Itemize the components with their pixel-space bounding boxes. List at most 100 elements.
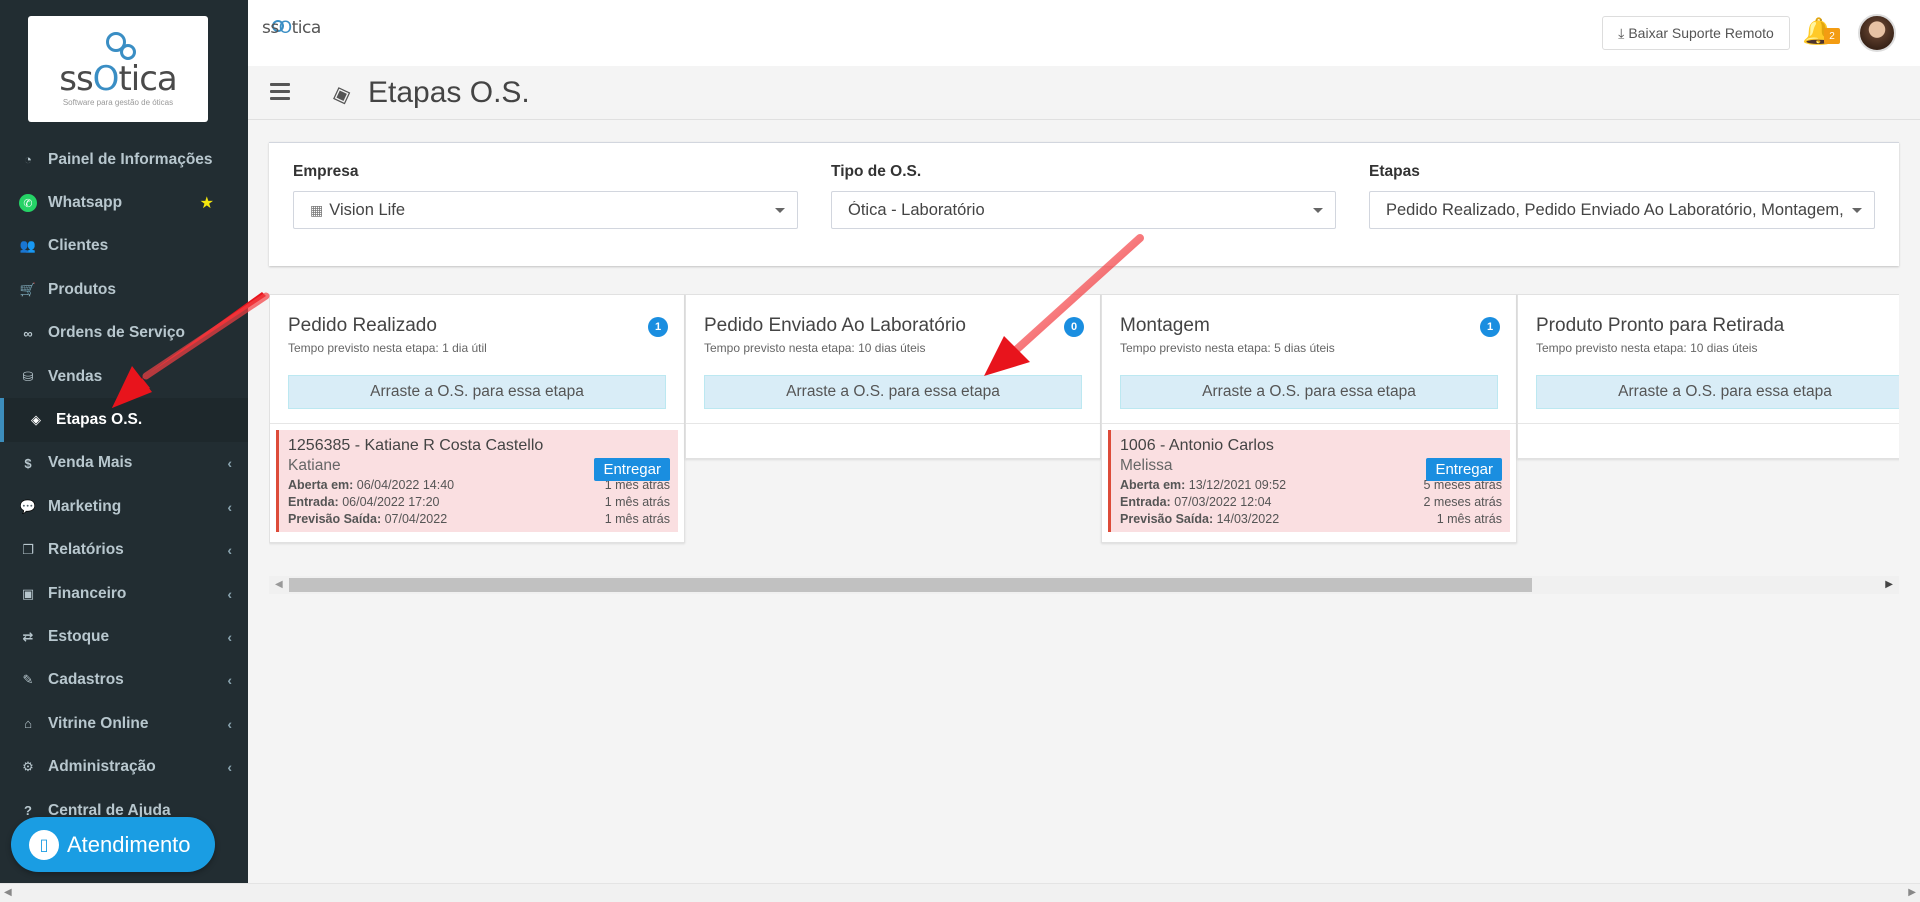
- os-card[interactable]: 1006 - Antonio Carlos Melissa Entregar A…: [1108, 430, 1510, 532]
- os-card[interactable]: 1256385 - Katiane R Costa Castello Katia…: [276, 430, 678, 532]
- chevron-left-icon: ‹: [227, 759, 232, 776]
- row-value: 06/04/2022 14:40: [356, 478, 455, 492]
- money-icon: ▣: [21, 585, 35, 601]
- chevron-left-icon: ‹: [227, 628, 232, 645]
- user-avatar[interactable]: [1858, 14, 1896, 52]
- sidebar-logo[interactable]: ssOtica Software para gestão de óticas: [28, 16, 208, 122]
- chevron-left-icon: ‹: [227, 498, 232, 515]
- row-key: Previsão Saída:: [288, 512, 382, 526]
- card-title: 1256385 - Katiane R Costa Castello: [288, 437, 544, 454]
- copy-icon: ❐: [22, 542, 34, 558]
- column-title: Montagem: [1120, 315, 1210, 336]
- sidebar-item-vitrine[interactable]: ⌂ Vitrine Online ‹: [0, 702, 248, 745]
- entregar-button[interactable]: Entregar: [1426, 458, 1502, 481]
- sidebar-item-label: Administração: [48, 758, 156, 776]
- column-header: Montagem 1 Tempo previsto nesta etapa: 5…: [1102, 295, 1516, 365]
- stage-column: Pedido Realizado 1 Tempo previsto nesta …: [269, 294, 685, 543]
- column-subtitle: Tempo previsto nesta etapa: 10 dias útei…: [704, 341, 926, 355]
- filter-empresa-label: Empresa: [293, 163, 359, 180]
- chevron-left-icon: ‹: [227, 455, 232, 472]
- sidebar-item-painel[interactable]: ◔ Painel de Informações: [0, 138, 248, 181]
- notification-badge: 2: [1824, 28, 1840, 44]
- sidebar-item-estoque[interactable]: ⇄ Estoque ‹: [0, 615, 248, 658]
- sidebar-item-venda-mais[interactable]: $ Venda Mais ‹: [0, 442, 248, 485]
- tag-icon: ◈: [327, 78, 355, 111]
- chevron-left-icon: ‹: [227, 585, 232, 602]
- scroll-right-arrow-icon[interactable]: ▶: [1885, 579, 1893, 590]
- atendimento-button[interactable]: ▯ Atendimento: [11, 817, 215, 872]
- tipo-value: Ótica - Laboratório: [848, 200, 985, 219]
- page-horizontal-scrollbar[interactable]: ◀ ▶: [0, 883, 1920, 902]
- sidebar-item-marketing[interactable]: 💬 Marketing ‹: [0, 485, 248, 528]
- sidebar-item-whatsapp[interactable]: ✆ Whatsapp ★: [0, 181, 248, 224]
- logo-text: ssOtica: [59, 58, 178, 99]
- filter-tipo-label: Tipo de O.S.: [831, 163, 922, 180]
- dollar-icon: $: [24, 455, 32, 471]
- empresa-select[interactable]: ▦ Vision Life: [293, 191, 798, 229]
- chevron-left-icon: ‹: [227, 715, 232, 732]
- scroll-left-arrow-icon[interactable]: ◀: [4, 887, 12, 898]
- sidebar-item-cadastros[interactable]: ✎ Cadastros ‹: [0, 659, 248, 702]
- sidebar-item-vendas[interactable]: ⛁ Vendas: [0, 355, 248, 398]
- sidebar: ssOtica Software para gestão de óticas ◔…: [0, 0, 248, 883]
- column-header: Pedido Realizado 1 Tempo previsto nesta …: [270, 295, 684, 365]
- scroll-left-arrow-icon[interactable]: ◀: [275, 579, 283, 590]
- notifications-bell-icon[interactable]: 🔔 2: [1802, 16, 1840, 46]
- sidebar-item-produtos[interactable]: 🛒 Produtos: [0, 268, 248, 311]
- stage-column: Pedido Enviado Ao Laboratório 0 Tempo pr…: [685, 294, 1101, 459]
- entregar-button[interactable]: Entregar: [594, 458, 670, 481]
- filter-etapas-label: Etapas: [1369, 163, 1420, 180]
- cart-icon: 🛒: [19, 281, 37, 297]
- sidebar-item-label: Relatórios: [48, 541, 124, 559]
- row-relative: 1 mês atrás: [604, 512, 670, 526]
- sidebar-item-label: Venda Mais: [48, 454, 133, 472]
- column-header: Pedido Enviado Ao Laboratório 0 Tempo pr…: [686, 295, 1100, 365]
- sidebar-item-label: Etapas O.S.: [56, 411, 143, 429]
- users-icon: 👥: [19, 238, 37, 254]
- row-value: 13/12/2021 09:52: [1188, 478, 1287, 492]
- stage-column: Montagem 1 Tempo previsto nesta etapa: 5…: [1101, 294, 1517, 543]
- sidebar-item-etapas[interactable]: ◈ Etapas O.S.: [0, 398, 248, 442]
- sidebar-item-clientes[interactable]: 👥 Clientes: [0, 225, 248, 268]
- card-row: Previsão Saída: 07/04/2022 1 mês atrás: [288, 512, 670, 526]
- column-title: Produto Pronto para Retirada: [1536, 315, 1785, 336]
- scrollbar-thumb[interactable]: [289, 578, 1532, 592]
- hamburger-menu-icon[interactable]: [270, 83, 290, 101]
- logo-circles-icon: [88, 31, 148, 62]
- empresa-value: Vision Life: [329, 200, 406, 219]
- basket-icon: ⛁: [22, 368, 34, 384]
- filter-empresa: Empresa ▦ Vision Life: [293, 163, 798, 229]
- sidebar-item-ordens[interactable]: ∞ Ordens de Serviço: [0, 312, 248, 355]
- board-horizontal-scrollbar[interactable]: ◀ ▶: [269, 576, 1899, 594]
- page-title: Etapas O.S.: [368, 76, 530, 109]
- header-logo[interactable]: ssOtica: [262, 18, 321, 38]
- filter-etapas: Etapas Pedido Realizado, Pedido Enviado …: [1369, 163, 1875, 229]
- drop-zone[interactable]: Arraste a O.S. para essa etapa: [288, 375, 666, 409]
- download-icon: ⤓: [1618, 24, 1625, 41]
- sidebar-item-administracao[interactable]: ⚙ Administração ‹: [0, 745, 248, 788]
- sidebar-item-label: Painel de Informações: [48, 150, 213, 168]
- card-row: Previsão Saída: 14/03/2022 1 mês atrás: [1120, 512, 1502, 526]
- column-count-badge: 1: [648, 317, 668, 337]
- sidebar-item-label: Whatsapp: [48, 194, 123, 212]
- column-subtitle: Tempo previsto nesta etapa: 5 dias úteis: [1120, 341, 1335, 355]
- sidebar-item-label: Cadastros: [48, 671, 124, 689]
- drop-zone[interactable]: Arraste a O.S. para essa etapa: [1536, 375, 1899, 409]
- baixar-suporte-button[interactable]: ⤓ Baixar Suporte Remoto: [1602, 16, 1790, 50]
- building-icon: ▦: [310, 201, 324, 218]
- stage-column: Produto Pronto para Retirada Tempo previ…: [1517, 294, 1899, 459]
- row-value: 06/04/2022 17:20: [342, 495, 440, 509]
- etapas-select[interactable]: Pedido Realizado, Pedido Enviado Ao Labo…: [1369, 191, 1875, 229]
- sidebar-item-label: Produtos: [48, 280, 117, 298]
- card-row: Entrada: 06/04/2022 17:20 1 mês atrás: [288, 495, 670, 509]
- drop-zone[interactable]: Arraste a O.S. para essa etapa: [704, 375, 1082, 409]
- sidebar-item-relatorios[interactable]: ❐ Relatórios ‹: [0, 529, 248, 572]
- row-relative: 1 mês atrás: [604, 495, 670, 509]
- chevron-left-icon: ‹: [227, 672, 232, 689]
- atendimento-label: Atendimento: [67, 831, 191, 857]
- sidebar-item-financeiro[interactable]: ▣ Financeiro ‹: [0, 572, 248, 615]
- drop-zone[interactable]: Arraste a O.S. para essa etapa: [1120, 375, 1498, 409]
- scroll-right-arrow-icon[interactable]: ▶: [1908, 887, 1916, 898]
- tipo-select[interactable]: Ótica - Laboratório: [831, 191, 1336, 229]
- row-value: 14/03/2022: [1216, 512, 1280, 526]
